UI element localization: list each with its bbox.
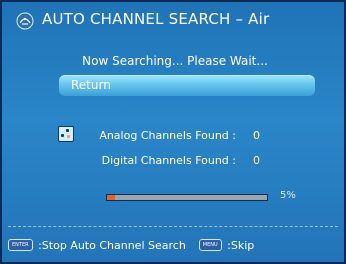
analog-channels-count: 0 — [253, 129, 260, 142]
analog-channels-label: Analog Channels Found : — [99, 129, 236, 142]
scan-icon-dot — [61, 134, 64, 137]
skip-hint[interactable]: :Skip — [227, 239, 254, 252]
search-progress-bar — [106, 194, 268, 201]
return-button[interactable]: Return — [59, 75, 315, 96]
scan-icon-dot — [67, 135, 70, 138]
scan-icon — [58, 126, 74, 142]
return-button-label: Return — [71, 78, 111, 92]
digital-channels-label: Digital Channels Found : — [101, 154, 236, 167]
key-hints-bar: ENTER :Stop Auto Channel Search MENU :Sk… — [8, 238, 254, 254]
stop-search-hint[interactable]: :Stop Auto Channel Search — [38, 239, 186, 252]
footer-divider — [8, 226, 338, 227]
search-progress-fill — [107, 195, 115, 200]
dialog-title: AUTO CHANNEL SEARCH – Air — [42, 10, 270, 28]
satellite-dish-icon — [16, 12, 34, 30]
enter-key-icon: ENTER — [8, 239, 33, 251]
search-progress-percent: 5% — [280, 190, 296, 201]
auto-channel-search-dialog: AUTO CHANNEL SEARCH – Air Now Searching.… — [0, 0, 346, 264]
scan-icon-dot — [66, 129, 69, 132]
menu-key-icon: MENU — [198, 239, 222, 251]
digital-channels-count: 0 — [253, 154, 260, 167]
search-status-message: Now Searching... Please Wait... — [82, 54, 268, 68]
